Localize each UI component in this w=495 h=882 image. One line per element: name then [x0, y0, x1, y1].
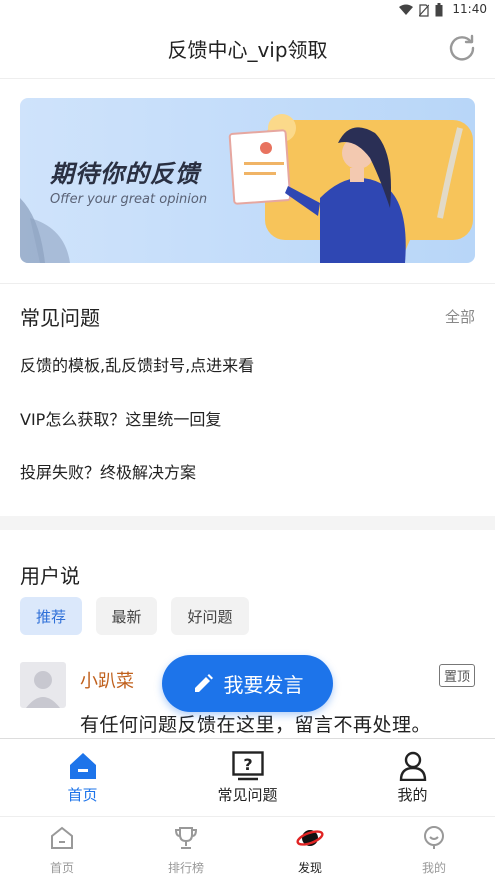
tab-mine-label: 我的 — [397, 786, 428, 804]
divider — [0, 283, 495, 284]
nav-discover[interactable]: 发现 — [248, 817, 372, 882]
banner-headline: 期待你的反馈 — [50, 160, 200, 188]
bottom-navigation: 首页 排行榜 发现 我的 — [0, 816, 495, 882]
post-username[interactable]: 小趴菜 — [80, 667, 134, 693]
faq-item[interactable]: 反馈的模板,乱反馈封号,点进来看 — [20, 352, 254, 376]
nav-mine[interactable]: 我的 — [372, 817, 495, 882]
trophy-icon — [174, 827, 198, 849]
user-icon — [399, 751, 426, 781]
tab-home[interactable]: 首页 — [0, 739, 165, 817]
planet-icon — [296, 830, 324, 846]
chip-latest[interactable]: 最新 — [96, 597, 157, 635]
user-says-title: 用户说 — [20, 564, 80, 588]
chip-recommended[interactable]: 推荐 — [20, 597, 82, 635]
default-avatar-icon — [26, 671, 60, 708]
app-header: 反馈中心_vip领取 — [0, 20, 495, 79]
tab-faq-label: 常见问题 — [217, 786, 278, 804]
section-separator — [0, 516, 495, 530]
chip-good-questions[interactable]: 好问题 — [171, 597, 249, 635]
tab-mine[interactable]: 我的 — [330, 739, 495, 817]
feedback-banner[interactable]: 期待你的反馈 Offer your great opinion — [20, 98, 475, 263]
tab-faq[interactable]: ? 常见问题 — [165, 739, 330, 817]
nav-mine-label: 我的 — [421, 861, 446, 875]
faq-item[interactable]: 投屏失败？终极解决方案 — [20, 459, 196, 483]
no-sim-icon — [419, 3, 429, 17]
post-comment-label: 我要发言 — [223, 673, 304, 697]
faq-section-title: 常见问题 — [20, 306, 100, 330]
home-outline-icon — [51, 826, 73, 849]
pinned-badge: 置顶 — [438, 664, 475, 687]
post-text[interactable]: 有任何问题反馈在这里，留言不再处理。 — [80, 710, 431, 737]
page-title: 反馈中心_vip领取 — [167, 38, 328, 62]
battery-icon — [435, 3, 443, 17]
refresh-icon[interactable] — [447, 33, 477, 63]
pencil-icon — [194, 673, 213, 692]
status-bar: 11:40 — [0, 0, 495, 20]
tab-home-label: 首页 — [67, 786, 98, 804]
nav-home[interactable]: 首页 — [0, 817, 124, 882]
home-icon — [69, 753, 96, 779]
nav-ranking[interactable]: 排行榜 — [124, 817, 248, 882]
nav-discover-label: 发现 — [297, 861, 322, 875]
faq-all-link[interactable]: 全部 — [445, 306, 475, 327]
svg-text:?: ? — [243, 755, 252, 774]
nav-ranking-label: 排行榜 — [167, 861, 204, 875]
faq-item[interactable]: VIP怎么获取？这里统一回复 — [20, 406, 221, 430]
question-box-icon: ? — [231, 751, 264, 781]
feedback-tab-bar: 首页 ? 常见问题 我的 — [0, 738, 495, 817]
nav-home-label: 首页 — [49, 861, 74, 875]
clock: 11:40 — [452, 2, 487, 16]
banner-subline: Offer your great opinion — [50, 192, 208, 207]
avatar[interactable] — [20, 662, 66, 708]
post-comment-button[interactable]: 我要发言 — [162, 655, 333, 712]
smile-face-icon — [424, 826, 444, 849]
wifi-icon — [399, 4, 413, 15]
